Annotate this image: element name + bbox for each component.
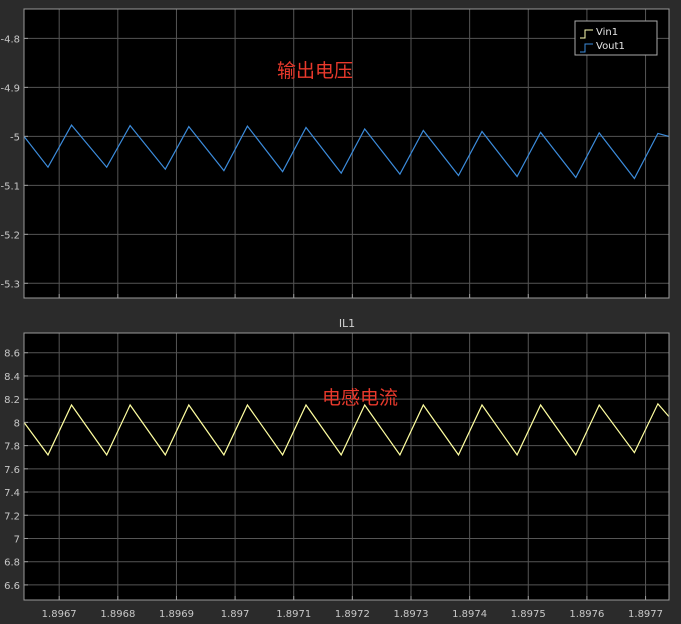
- output-voltage-annotation: 输出电压: [277, 60, 353, 82]
- top-y-tick-label: -5.1: [0, 181, 20, 192]
- scope-figure: -4.8 -4.9 -5 -5.1 -5.2 -5.3 1.8967 1.8968 1.8969…: [0, 0, 681, 624]
- bottom-y-tick-label: 7: [14, 534, 20, 545]
- bottom-annotation: 电感电流: [322, 387, 398, 409]
- bottom-y-tick-label: 8.4: [4, 372, 20, 383]
- x-tick-label: 1.8971: [276, 609, 311, 620]
- x-tick-label: 1.8976: [569, 609, 604, 620]
- x-tick-label: 1.8972: [335, 609, 370, 620]
- inductor-current-annotation: 电感电流: [322, 387, 398, 409]
- bottom-y-tick-label: 7.8: [4, 442, 20, 453]
- top-plot-area: [24, 9, 669, 298]
- legend[interactable]: Vin1 Vout1: [574, 20, 658, 56]
- x-tick-label: 1.8974: [452, 609, 487, 620]
- top-y-tick-label: -5.2: [0, 230, 20, 241]
- x-tick-label: 1.8973: [394, 609, 429, 620]
- bottom-y-tick-label: 6.8: [4, 558, 20, 569]
- x-tick-label: 1.8977: [628, 609, 663, 620]
- bottom-y-tick-label: 8: [14, 418, 20, 429]
- top-axes[interactable]: -4.8 -4.9 -5 -5.1 -5.2 -5.3: [0, 8, 670, 299]
- x-tick-label: 1.8967: [42, 609, 77, 620]
- bottom-plot-title: IL1: [339, 317, 355, 330]
- top-y-tick-label: -4.9: [0, 83, 20, 94]
- legend-vin1-label: Vin1: [596, 27, 618, 38]
- top-y-tick-label: -5: [10, 132, 20, 143]
- bottom-y-tick-label: 7.4: [4, 488, 20, 499]
- top-y-tick-label: -5.3: [0, 279, 20, 290]
- bottom-y-tick-label: 7.2: [4, 511, 20, 522]
- bottom-y-tick-label: 8.2: [4, 395, 20, 406]
- bottom-y-tick-label: 7.6: [4, 465, 20, 476]
- top-y-tick-label: -4.8: [0, 34, 20, 45]
- bottom-y-tick-label: 6.6: [4, 581, 20, 592]
- x-tick-label: 1.8969: [159, 609, 194, 620]
- bottom-axes[interactable]: 1.8967 1.8968 1.8969 1.897 1.8971 1.8972 1.897…: [4, 332, 670, 620]
- legend-vout1-label: Vout1: [596, 41, 625, 52]
- bottom-y-tick-label: 8.6: [4, 349, 20, 360]
- x-tick-label: 1.8968: [100, 609, 135, 620]
- x-tick-label: 1.8975: [511, 609, 546, 620]
- bottom-plot-area: [24, 333, 669, 600]
- top-annotation: 输出电压: [277, 60, 353, 82]
- x-tick-label: 1.897: [221, 609, 250, 620]
